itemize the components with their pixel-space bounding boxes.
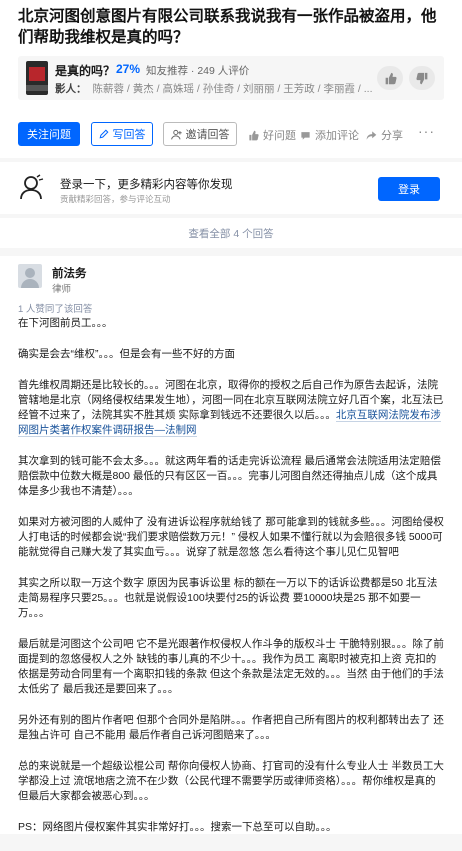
truth-label: 是真的吗？ [55, 64, 116, 78]
pencil-icon [99, 129, 108, 139]
question-card: 北京河图创意图片有限公司联系我说我有一张作品被盗用，他们帮助我维权是真的吗？ 是… [0, 0, 462, 158]
answer-paragraph: 其次拿到的钱可能不会太多。。。就这两年看的话走完诉讼流程 最后通常会法院适用法定… [18, 455, 441, 497]
answer-paragraph: 其实之所以取一万这个数字 原因为民事诉讼里 标的额在一万以下的话诉讼费都是50 … [18, 577, 438, 619]
invite-answer-label: 邀请回答 [185, 129, 230, 141]
answer-card: 前法务 律师 1 人赞同了该回答 在下河图前员工。。。 确实是会去“维权”。。。… [0, 256, 462, 834]
login-button[interactable]: 登录 [378, 177, 440, 201]
add-user-icon [170, 129, 182, 139]
more-options-button[interactable]: ··· [418, 123, 435, 139]
thumbs-down-button[interactable] [409, 66, 435, 90]
answer-paragraph: 最后就是河图这个公司吧 它不是光跟著作权侵权人作斗争的版权斗士 干脆特别狠。。。… [18, 638, 444, 695]
truth-percent: 27% [116, 62, 141, 76]
answer-paragraph: 在下河图前员工。。。 [18, 317, 113, 329]
more-icon: ··· [418, 123, 435, 139]
write-answer-label: 写回答 [112, 129, 146, 141]
question-actions: 关注问题 写回答 邀请回答 好问题 添加评论 分享 ··· [0, 122, 462, 148]
answer-paragraph: 确实是会去“维权”。。。但是会有一些不好的方面 [18, 348, 235, 360]
thumbs-up-icon [385, 72, 397, 84]
share-icon [366, 130, 377, 140]
truth-people: 影人： 陈薪蓉 / 黄杰 / 高姝瑶 / 孙佳奇 / 刘丽丽 / 王芳政 / 李丽… [55, 81, 375, 96]
answer-paragraph: 另外还有别的图片作者吧 但那个合同外是陷阱。。。作者把自己所有图片的权利都转出去… [18, 714, 444, 741]
login-prompt-card: 登录一下，更多精彩内容等你发现 贡献精彩回答，参与评论互动 登录 [0, 162, 462, 214]
truth-panel[interactable]: 是真的吗？ 27% 知友推荐 · 249 人评价 影人： 陈薪蓉 / 黄杰 / 高… [18, 56, 444, 100]
login-title: 登录一下，更多精彩内容等你发现 [60, 179, 233, 191]
answer-paragraph: 总的来说就是一个超级讼棍公司 帮你向侵权人协商、打官司的没有什么专业人士 半数员… [18, 760, 444, 802]
invite-answer-button[interactable]: 邀请回答 [163, 122, 237, 146]
agree-count: 1 人赞同了该回答 [18, 304, 93, 315]
add-comment-label: 添加评论 [315, 130, 359, 142]
share-button[interactable]: 分享 [366, 127, 403, 143]
comment-icon [301, 131, 310, 140]
login-subtitle: 贡献精彩回答，参与评论互动 [60, 194, 171, 204]
author-role: 律师 [52, 284, 72, 295]
answer-body: 在下河图前员工。。。 确实是会去“维权”。。。但是会有一些不好的方面 首先维权周… [18, 316, 446, 851]
author-avatar[interactable] [18, 264, 42, 288]
answer-paragraph: 首先维权周期还是比较长的。。。河图在北京，取得你的授权之后自己作为原告去起诉，法… [18, 378, 446, 438]
write-answer-button[interactable]: 写回答 [91, 122, 153, 146]
people-label: 影人： [55, 83, 87, 95]
good-question-button[interactable]: 好问题 [248, 127, 296, 143]
question-title[interactable]: 北京河图创意图片有限公司联系我说我有一张作品被盗用，他们帮助我维权是真的吗？ [18, 6, 448, 48]
good-question-label: 好问题 [263, 130, 296, 142]
share-label: 分享 [381, 130, 403, 142]
thumbs-up-icon [249, 130, 259, 140]
people-list: 陈薪蓉 / 黄杰 / 高姝瑶 / 孙佳奇 / 刘丽丽 / 王芳政 / 李丽霞 /… [92, 83, 373, 95]
thumbs-down-icon [415, 72, 427, 84]
follow-question-button[interactable]: 关注问题 [18, 122, 80, 146]
answer-paragraph: 如果对方被河图的人威仲了 没有进诉讼程序就给钱了 那可能拿到的钱就多些。。。河图… [18, 516, 444, 558]
truth-meta: 知友推荐 · 249 人评价 [146, 65, 250, 77]
author-name[interactable]: 前法务 [52, 265, 87, 281]
thumbs-up-button[interactable] [377, 66, 403, 90]
add-comment-button[interactable]: 添加评论 [300, 127, 359, 143]
answer-paragraph: PS：网络图片侵权案件其实非常好打。。。搜索一下总至可以自助。。。 [18, 821, 337, 833]
login-illustration-icon [20, 174, 44, 200]
poster-thumbnail[interactable] [26, 61, 48, 95]
see-all-answers-link[interactable]: 查看全部 4 个回答 [0, 218, 462, 248]
